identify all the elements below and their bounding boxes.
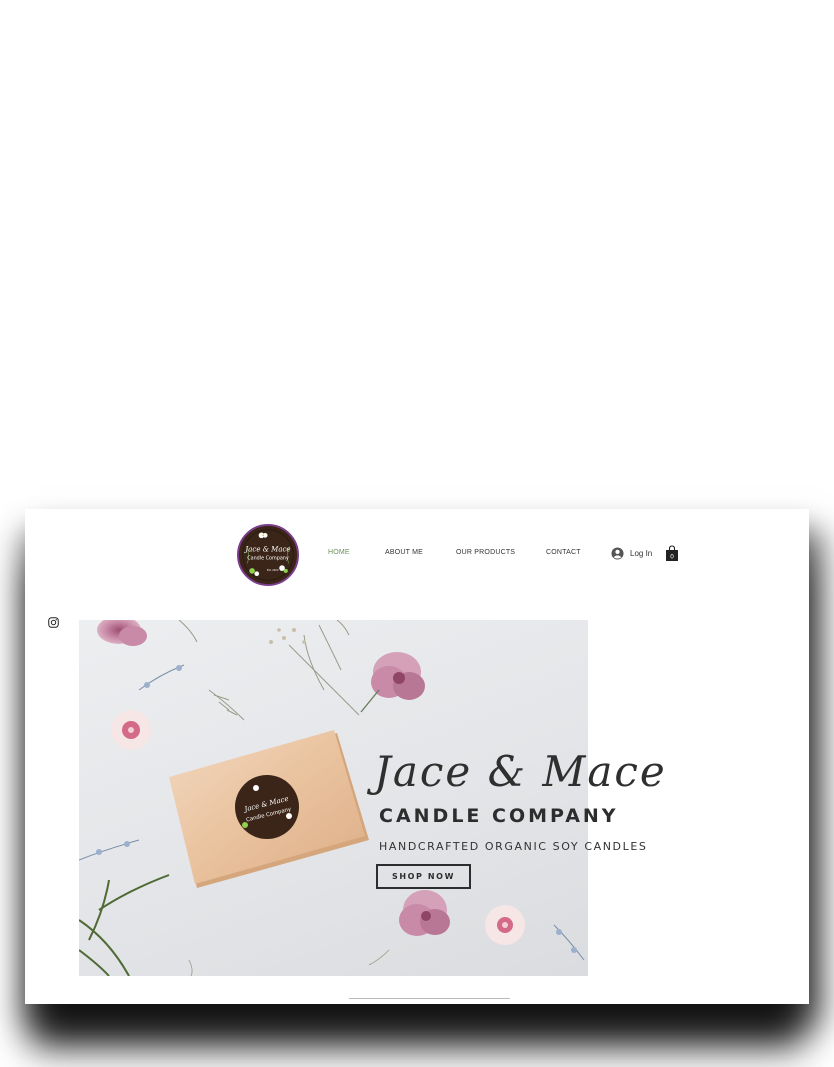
flower-vinca-left [111,710,151,750]
flower-top-right [360,652,425,713]
page-card: Jace & Mace Candle Company Est. 2020 HOM… [25,509,809,1004]
user-avatar-icon [611,547,624,560]
nav-item-contact[interactable]: CONTACT [546,549,581,556]
grass-blades [188,949,390,976]
instagram-link[interactable] [48,617,59,628]
nav-item-about-me[interactable]: ABOUT ME [385,549,423,556]
cart-count: 0 [670,554,674,561]
dried-stems [178,620,360,721]
hero-title-caps: CANDLE COMPANY [379,805,619,827]
green-leaves [79,874,170,976]
instagram-icon [48,617,59,628]
hero-title-script: Jace & Mace [374,747,667,796]
flower-top-left [97,620,147,646]
login-button[interactable]: Log In [611,547,652,560]
hero-tagline: HANDCRAFTED ORGANIC SOY CANDLES [379,840,648,853]
login-label: Log In [630,549,653,558]
logo-text-line3: Est. 2020 [267,569,279,572]
footer-divider [349,998,510,999]
seed-heads [269,628,306,644]
site-logo[interactable]: Jace & Mace Candle Company Est. 2020 [237,524,299,586]
nav-item-our-products[interactable]: OUR PRODUCTS [456,549,515,556]
flower-bottom [399,890,450,936]
logo-text-line2: Candle Company [247,556,289,562]
soap-bar: Jace & Mace Candle Company [169,730,369,888]
cart-button[interactable]: 0 [665,545,679,562]
logo-text-line1: Jace & Mace [243,544,290,553]
hero-image: Jace & Mace Candle Company [79,620,588,976]
shop-now-button[interactable]: SHOP NOW [376,864,471,889]
shopping-bag-icon: 0 [666,545,678,561]
hero-photo: Jace & Mace Candle Company [79,620,585,976]
nav-item-home[interactable]: HOME [328,549,350,556]
logo-graphic: Jace & Mace Candle Company Est. 2020 [239,526,297,584]
flower-vinca-right [485,905,525,945]
